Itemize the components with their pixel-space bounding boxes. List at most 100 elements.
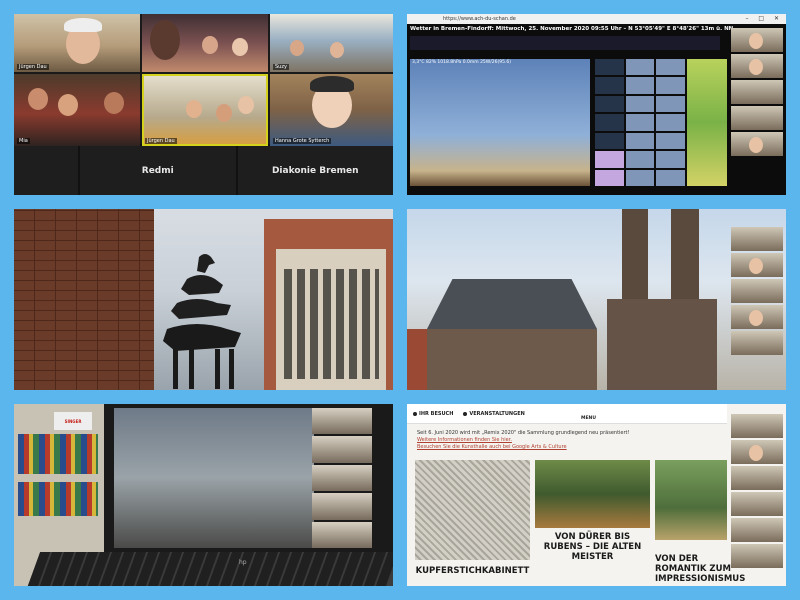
thumbnail[interactable] <box>625 77 655 94</box>
participant-name: Jürgen Dau <box>17 64 49 70</box>
participant-thumbnail[interactable] <box>312 493 372 520</box>
thumbnail[interactable] <box>656 59 685 76</box>
zoom-gallery-panel: Jürgen Dau Suzy Mia Jürgen Dau Hanna Gro… <box>14 14 393 195</box>
thumbnail[interactable] <box>656 77 685 94</box>
thumbnail[interactable] <box>625 95 655 113</box>
thumbnail[interactable] <box>656 169 685 186</box>
house-windows <box>284 269 379 379</box>
video-tile[interactable]: Jürgen Dau <box>14 14 140 72</box>
screen-town-hall-image <box>114 408 314 548</box>
participant-thumbnail[interactable] <box>731 227 783 251</box>
participant-thumbnail[interactable] <box>312 408 372 435</box>
card-title-engravings[interactable]: KUPFERSTICHKABINETT <box>415 566 530 576</box>
town-hall-facade <box>427 329 597 390</box>
video-tile-active-speaker[interactable]: Jürgen Dau <box>142 74 268 146</box>
bullet-icon <box>463 411 468 416</box>
participant-face <box>28 88 48 110</box>
museum-nav-bar: IHR BESUCH VERANSTALTUNGEN <box>407 404 727 424</box>
participant-face <box>238 96 254 114</box>
weather-map[interactable] <box>687 59 727 186</box>
thumbnail[interactable] <box>595 95 624 113</box>
participant-face <box>290 40 304 56</box>
participant-face <box>58 94 78 116</box>
participant-thumbnail[interactable] <box>312 436 372 463</box>
screen-participant-strip <box>312 408 372 549</box>
participant-thumbnail[interactable] <box>731 466 783 490</box>
participant-thumbnail[interactable] <box>731 492 783 516</box>
thumbnail[interactable] <box>625 59 655 76</box>
participant-thumbnail[interactable] <box>731 106 783 130</box>
thumbnail[interactable] <box>625 114 655 131</box>
participant-name: Hanna Grote Sytterch <box>273 138 332 144</box>
participant-thumbnail[interactable] <box>731 440 783 464</box>
participant-thumbnail[interactable] <box>731 544 783 568</box>
museum-website-panel: IHR BESUCH VERANSTALTUNGEN MENU Seit 6. … <box>407 404 786 586</box>
participant-thumbnail[interactable] <box>731 414 783 438</box>
participant-thumbnail[interactable] <box>731 253 783 277</box>
weather-title: Wetter in Bremen-Findorff: Mittwoch, 25.… <box>410 26 734 32</box>
nav-visit[interactable]: IHR BESUCH <box>413 411 453 417</box>
thumbnail[interactable] <box>595 77 624 94</box>
browser-toolbar: https://www.ach-du-schan.de – □ ✕ <box>407 14 786 24</box>
nav-events[interactable]: VERANSTALTUNGEN <box>463 411 525 417</box>
participant-thumbnail[interactable] <box>731 80 783 104</box>
participant-thumbnail[interactable] <box>731 518 783 542</box>
participant-cell[interactable] <box>14 146 80 195</box>
google-arts-link[interactable]: Besuchen Sie die Kunsthalle auch bei Goo… <box>417 444 717 451</box>
video-grid: Jürgen Dau Suzy Mia Jürgen Dau Hanna Gro… <box>14 14 393 146</box>
thumbnail[interactable] <box>625 151 655 168</box>
thumbnail[interactable] <box>595 59 624 76</box>
thumbnail[interactable] <box>595 132 624 150</box>
video-tile[interactable]: Mia <box>14 74 140 146</box>
address-bar[interactable]: https://www.ach-du-schan.de <box>443 16 516 22</box>
participant-name-bar: Redmi Diakonie Bremen <box>14 146 393 195</box>
participant-thumbnail[interactable] <box>731 54 783 78</box>
impressionism-artwork[interactable] <box>655 460 727 540</box>
participant-thumbnail[interactable] <box>312 464 372 492</box>
town-musicians-photo-panel <box>14 209 393 390</box>
thumbnail[interactable] <box>656 114 685 131</box>
video-tile[interactable]: Hanna Grote Sytterch <box>270 74 393 146</box>
participant-hair <box>310 76 354 92</box>
participant-thumbnail[interactable] <box>731 279 783 303</box>
participant-face <box>104 92 124 114</box>
participant-label: Diakonie Bremen <box>271 165 359 176</box>
thumbnail[interactable] <box>625 169 655 186</box>
cathedral-body <box>607 299 717 390</box>
engraving-artwork[interactable] <box>415 460 530 560</box>
participant-thumbnail[interactable] <box>731 132 783 156</box>
info-link[interactable]: Weitere Informationen finden Sie hier. <box>417 437 717 444</box>
thumbnail[interactable] <box>595 151 624 168</box>
thumbnail[interactable] <box>595 114 624 131</box>
participant-label: Redmi <box>141 165 174 176</box>
thumbnail[interactable] <box>656 132 685 150</box>
old-masters-artwork[interactable] <box>535 460 650 528</box>
thumbnail[interactable] <box>595 169 624 186</box>
laptop-photo-panel: SINGER hp <box>14 404 393 586</box>
thumbnail[interactable] <box>656 95 685 113</box>
participant-thumbnail[interactable] <box>312 521 372 549</box>
town-hall-roof <box>427 279 597 329</box>
video-tile[interactable]: Suzy <box>270 14 393 72</box>
thumbnail[interactable] <box>625 132 655 150</box>
thumbnail[interactable] <box>656 151 685 168</box>
books <box>18 482 98 516</box>
card-title-old-masters[interactable]: VON DÜRER BIS RUBENS – DIE ALTEN MEISTER <box>535 532 650 562</box>
participant-cell[interactable]: Redmi <box>80 146 238 195</box>
menu-button[interactable]: MENU <box>581 416 596 421</box>
participant-thumbnail[interactable] <box>731 331 783 355</box>
video-tile[interactable] <box>142 14 268 72</box>
laptop-brand-logo: hp <box>239 559 247 566</box>
participant-face <box>232 38 248 56</box>
webcam-thumbnail-grid <box>595 59 685 186</box>
singer-box: SINGER <box>54 412 92 430</box>
participant-cell[interactable]: Diakonie Bremen <box>238 146 394 195</box>
participant-name: Jürgen Dau <box>145 138 177 144</box>
participant-thumbnail[interactable] <box>731 305 783 329</box>
participant-thumbnail[interactable] <box>731 28 783 52</box>
webcam-sky-image[interactable] <box>410 59 590 186</box>
window-controls[interactable]: – □ ✕ <box>745 15 783 22</box>
market-square-panel <box>407 209 786 390</box>
participant-name: Mia <box>17 138 30 144</box>
zoom-participant-strip <box>731 227 783 355</box>
